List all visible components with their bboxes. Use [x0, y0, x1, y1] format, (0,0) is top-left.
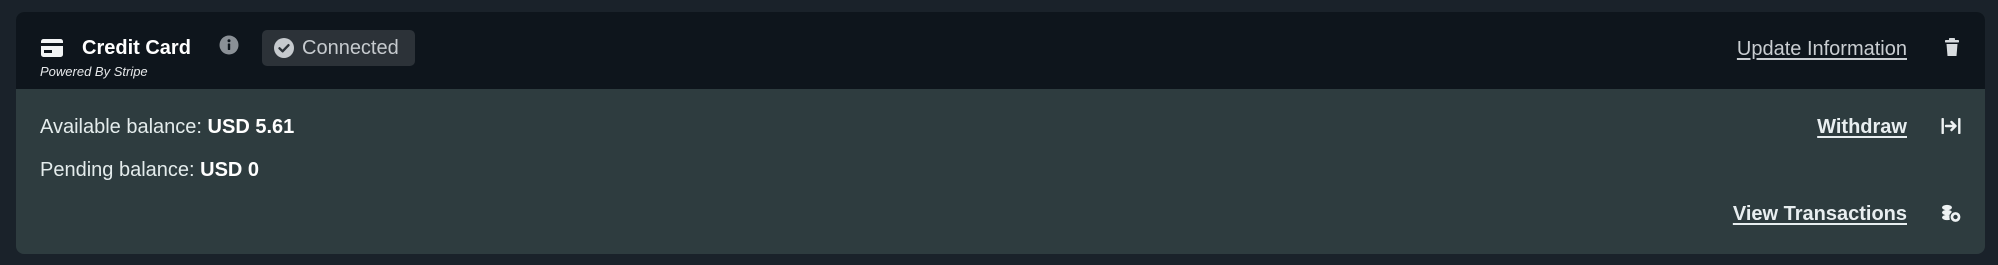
card-title: Credit Card: [82, 37, 191, 59]
update-information-link[interactable]: Update Information: [1737, 37, 1907, 61]
available-balance: Available balance: USD 5.61: [40, 115, 294, 139]
check-circle-icon: [274, 38, 294, 58]
pending-balance-label: Pending balance:: [40, 159, 195, 181]
credit-card-icon: [41, 39, 63, 57]
status-badge: Connected: [262, 30, 415, 66]
trash-icon[interactable]: [1941, 36, 1963, 58]
card-header: Credit Card Powered By Stripe Connected …: [16, 12, 1985, 89]
card-subtitle: Powered By Stripe: [40, 64, 148, 79]
arrow-to-line-icon[interactable]: [1940, 115, 1962, 137]
available-balance-label: Available balance:: [40, 116, 202, 138]
pending-balance: Pending balance: USD 0: [40, 158, 259, 182]
pending-balance-value: USD 0: [200, 159, 260, 181]
withdraw-link[interactable]: Withdraw: [1817, 115, 1907, 139]
view-transactions-link[interactable]: View Transactions: [1733, 202, 1907, 226]
available-balance-value: USD 5.61: [207, 116, 295, 138]
payment-method-card: Credit Card Powered By Stripe Connected …: [16, 12, 1985, 254]
info-icon[interactable]: [219, 35, 239, 55]
coins-icon[interactable]: [1940, 203, 1962, 225]
status-label: Connected: [302, 37, 399, 59]
